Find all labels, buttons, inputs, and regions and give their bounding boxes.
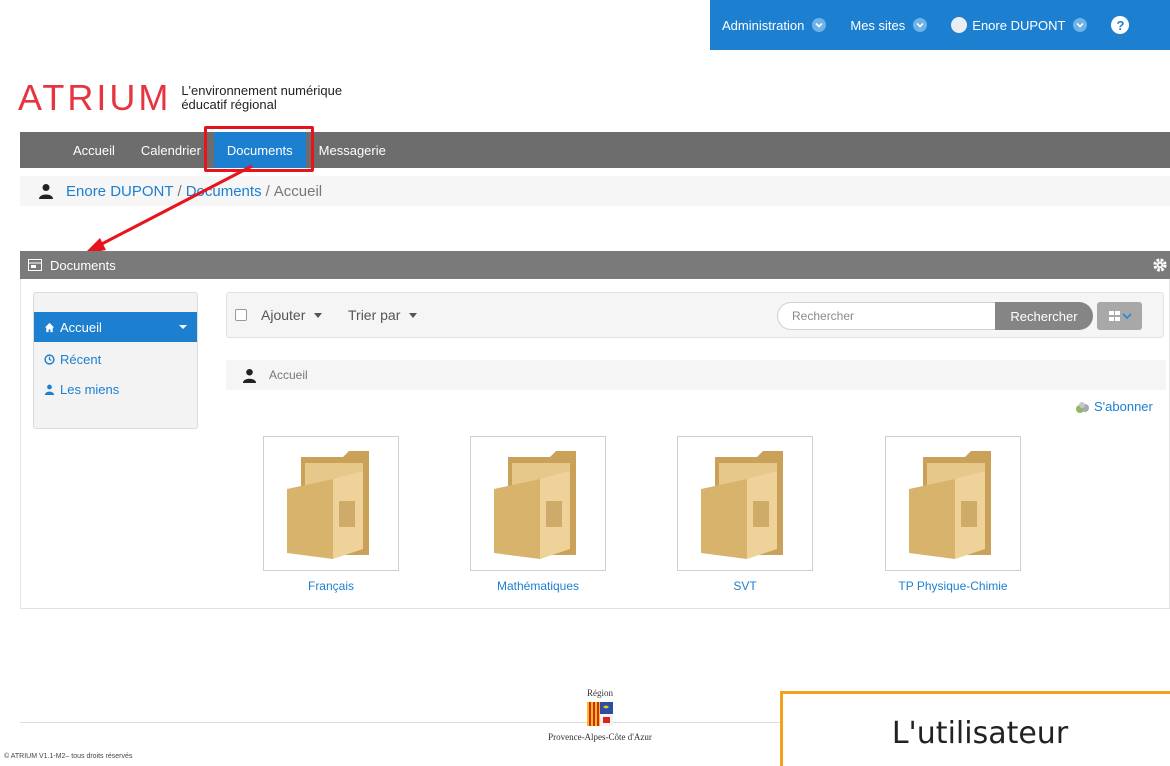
folder-label-tp-physique-chimie[interactable]: TP Physique-Chimie bbox=[863, 579, 1043, 593]
chevron-down-icon bbox=[1073, 18, 1088, 32]
breadcrumb-separator: / bbox=[177, 182, 182, 200]
gear-icon[interactable] bbox=[1152, 257, 1168, 273]
clock-icon bbox=[44, 353, 55, 365]
sidebar-item-label: Les miens bbox=[60, 381, 120, 397]
folder-icon bbox=[494, 450, 576, 559]
home-icon bbox=[44, 322, 55, 332]
caret-down-icon bbox=[314, 312, 323, 318]
grid-view-icon bbox=[1108, 311, 1132, 321]
sidebar-item-les-miens[interactable]: Les miens bbox=[34, 374, 197, 404]
portlet-title: Documents bbox=[50, 257, 116, 273]
mes-sites-label: Mes sites bbox=[850, 17, 906, 33]
administration-label: Administration bbox=[722, 17, 805, 33]
main-nav: Accueil Calendrier Documents Messagerie bbox=[20, 132, 1170, 168]
avatar bbox=[951, 17, 968, 33]
breadcrumb: Enore DUPONT / Documents / Accueil bbox=[20, 176, 1170, 206]
view-toggle-button[interactable] bbox=[1097, 302, 1142, 330]
nav-item-calendrier[interactable]: Calendrier bbox=[128, 132, 214, 168]
chevron-down-icon bbox=[812, 18, 827, 32]
user-icon bbox=[44, 384, 55, 395]
nav-item-accueil[interactable]: Accueil bbox=[60, 132, 128, 168]
nav-item-messagerie[interactable]: Messagerie bbox=[306, 132, 399, 168]
top-bar: Administration Mes sites Enore DUPONT ? bbox=[710, 0, 1170, 50]
administration-menu[interactable]: Administration bbox=[710, 0, 838, 50]
folder-label-svt[interactable]: SVT bbox=[655, 579, 835, 593]
folder-label-mathematiques[interactable]: Mathématiques bbox=[448, 579, 628, 593]
region-logo-top: Région bbox=[587, 688, 613, 698]
folder-tile-tp-physique-chimie[interactable] bbox=[885, 436, 1021, 571]
help-icon: ? bbox=[1111, 16, 1130, 34]
breadcrumb-current: Accueil bbox=[273, 182, 323, 200]
highlight-box bbox=[204, 126, 314, 172]
atrium-logo[interactable]: ATRIUM L'environnement numérique éducati… bbox=[18, 80, 342, 116]
copyright-text: © ATRIUM V1.1-M2– tous droits réservés bbox=[4, 753, 133, 760]
caret-down-icon bbox=[409, 312, 418, 318]
sidebar-item-recent[interactable]: Récent bbox=[34, 344, 197, 374]
help-button[interactable]: ? bbox=[1099, 0, 1141, 50]
sidebar-item-accueil[interactable]: Accueil bbox=[34, 312, 197, 342]
annotation-arrow-icon bbox=[84, 164, 253, 254]
user-icon bbox=[242, 368, 257, 383]
select-all-checkbox[interactable] bbox=[235, 309, 247, 321]
subscribe-label: S'abonner bbox=[1094, 399, 1153, 414]
rss-subscribe-icon bbox=[1076, 401, 1089, 413]
chevron-down-icon bbox=[913, 18, 928, 32]
region-flag-icon bbox=[587, 702, 613, 726]
folder-tile-mathematiques[interactable] bbox=[470, 436, 606, 571]
region-logo: Région Provence-Alpes-Côte d'Azur bbox=[530, 688, 670, 742]
logo-tagline: L'environnement numérique éducatif régio… bbox=[181, 84, 342, 112]
folder-tile-svt[interactable] bbox=[677, 436, 813, 571]
user-name: Enore DUPONT bbox=[972, 17, 1066, 33]
search-button[interactable]: Rechercher bbox=[995, 302, 1093, 330]
folder-icon bbox=[287, 450, 369, 559]
add-menu-label: Ajouter bbox=[261, 307, 306, 323]
user-icon bbox=[39, 184, 53, 199]
sidebar-item-label: Accueil bbox=[60, 319, 102, 335]
logo-tagline-line2: éducatif régional bbox=[181, 97, 277, 112]
sort-menu[interactable]: Trier par bbox=[348, 307, 418, 323]
folder-icon bbox=[701, 450, 783, 559]
annotation-callout: L'utilisateur bbox=[780, 691, 1170, 766]
breadcrumb-documents-link[interactable]: Documents bbox=[186, 183, 262, 200]
documents-sidebar: Accueil Récent Les miens bbox=[33, 292, 198, 429]
sidebar-item-label: Récent bbox=[60, 351, 102, 367]
folder-icon bbox=[28, 259, 42, 271]
breadcrumb-user-link[interactable]: Enore DUPONT bbox=[66, 183, 174, 200]
caret-down-icon bbox=[179, 325, 187, 329]
logo-name: ATRIUM bbox=[18, 77, 172, 118]
sort-menu-label: Trier par bbox=[348, 307, 401, 323]
region-logo-bottom: Provence-Alpes-Côte d'Azur bbox=[548, 732, 652, 742]
folder-label-francais[interactable]: Français bbox=[241, 579, 421, 593]
portlet-header: Documents bbox=[20, 251, 1170, 279]
user-menu[interactable]: Enore DUPONT bbox=[939, 0, 1099, 50]
subscribe-link[interactable]: S'abonner bbox=[1075, 399, 1153, 414]
logo-tagline-line1: L'environnement numérique bbox=[181, 83, 343, 98]
add-menu[interactable]: Ajouter bbox=[261, 307, 323, 323]
breadcrumb-separator: / bbox=[265, 182, 270, 200]
folder-path: Accueil bbox=[226, 360, 1166, 390]
folder-path-label: Accueil bbox=[269, 368, 308, 382]
documents-toolbar: Ajouter Trier par Rechercher bbox=[226, 292, 1164, 338]
folder-tile-francais[interactable] bbox=[263, 436, 399, 571]
folder-icon bbox=[909, 450, 991, 559]
mes-sites-menu[interactable]: Mes sites bbox=[838, 0, 939, 50]
search-input[interactable] bbox=[777, 302, 997, 330]
